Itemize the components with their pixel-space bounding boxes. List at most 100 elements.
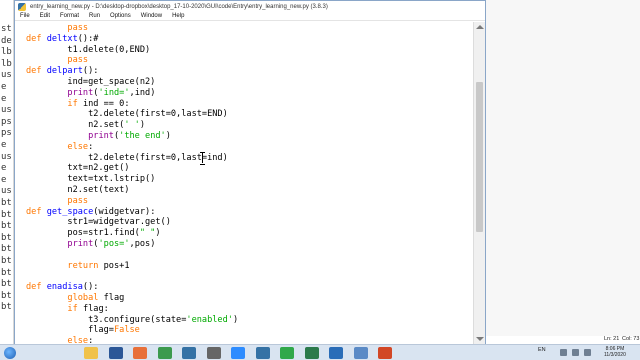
code-line[interactable] <box>26 250 238 261</box>
code-line[interactable]: if flag: <box>26 304 238 315</box>
zoom-taskbar-icon[interactable] <box>231 347 245 359</box>
code-line[interactable]: txt=n2.get() <box>26 163 238 174</box>
app-taskbar-icon[interactable] <box>206 347 221 359</box>
language-indicator[interactable]: EN <box>538 347 546 353</box>
idle-editor-window[interactable]: entry_learning_new.py - D:\desktop-dropb… <box>14 0 486 344</box>
code-token: ,pos) <box>129 238 156 249</box>
code-line[interactable]: n2.set(text) <box>26 185 238 196</box>
code-line[interactable]: def deltxt():# <box>26 34 238 45</box>
code-token: t1.delete(0,END) <box>26 44 151 55</box>
code-line[interactable]: def get_space(widgetvar): <box>26 207 238 218</box>
code-line[interactable]: print('ind=',ind) <box>26 88 238 99</box>
vertical-scrollbar[interactable] <box>473 22 485 344</box>
scroll-thumb[interactable] <box>476 82 483 232</box>
code-line[interactable]: def delpart(): <box>26 66 238 77</box>
idle-taskbar-icon[interactable] <box>255 347 270 359</box>
code-token: t2.delete(first=0,last=END) <box>26 109 228 120</box>
scroll-up-icon[interactable] <box>476 25 484 29</box>
code-token: print <box>88 130 114 141</box>
code-token: (widgetvar): <box>93 206 156 217</box>
menu-window[interactable]: Window <box>136 12 167 21</box>
code-token: n2.set(text) <box>26 184 130 195</box>
code-line[interactable]: pass <box>26 23 238 34</box>
code-line[interactable]: pass <box>26 196 238 207</box>
code-line[interactable]: print('pos=',pos) <box>26 239 238 250</box>
background-text-fragment: bt <box>1 267 12 278</box>
code-token: flag: <box>77 303 109 314</box>
code-token: def <box>26 66 47 77</box>
code-line[interactable]: else: <box>26 336 238 344</box>
code-token: t3.configure(state= <box>26 314 187 325</box>
clock[interactable]: 8:06 PM 11/3/2020 <box>604 346 626 358</box>
background-text-fragment: bt <box>1 221 12 232</box>
start-button-icon[interactable] <box>4 347 16 359</box>
code-token: pass <box>67 23 89 33</box>
code-token: : <box>88 141 94 152</box>
app4-taskbar-icon[interactable] <box>329 347 343 359</box>
title-bar[interactable]: entry_learning_new.py - D:\desktop-dropb… <box>15 1 485 12</box>
code-line[interactable]: print('the end') <box>26 131 238 142</box>
code-line[interactable]: global flag <box>26 293 238 304</box>
code-line[interactable]: t2.delete(first=0,last=ind) <box>26 153 238 164</box>
code-token: delpart <box>46 66 83 77</box>
code-token: def <box>26 282 47 293</box>
background-text-fragment: ps <box>1 116 12 127</box>
code-line[interactable] <box>26 271 238 282</box>
code-token: enadisa <box>46 282 83 293</box>
menu-file[interactable]: File <box>15 12 35 21</box>
code-line[interactable]: pos=str1.find(" ") <box>26 228 238 239</box>
code-token: print <box>67 238 94 249</box>
menu-edit[interactable]: Edit <box>35 12 55 21</box>
firefox-taskbar-icon[interactable] <box>133 347 147 359</box>
menu-help[interactable]: Help <box>167 12 189 21</box>
code-line[interactable]: flag=False <box>26 325 238 336</box>
app3-taskbar-icon[interactable] <box>304 347 319 359</box>
code-line[interactable]: t1.delete(0,END) <box>26 45 238 56</box>
code-text[interactable]: pass def deltxt():# t1.delete(0,END) pass… <box>26 23 238 344</box>
tray-arrow-icon[interactable] <box>560 349 567 356</box>
code-token: pos=str1.find( <box>26 228 140 239</box>
window-title: entry_learning_new.py - D:\desktop-dropb… <box>30 3 328 10</box>
code-line[interactable]: def enadisa(): <box>26 282 238 293</box>
background-text-fragment: bt <box>1 279 12 290</box>
code-token: ' ' <box>124 120 140 131</box>
code-line[interactable]: t3.configure(state='enabled') <box>26 315 238 326</box>
code-line[interactable]: text=txt.lstrip() <box>26 174 238 185</box>
code-line[interactable]: str1=widgetvar.get() <box>26 217 238 228</box>
code-token: ,ind) <box>129 87 156 98</box>
menu-format[interactable]: Format <box>55 12 84 21</box>
code-editor[interactable]: pass def deltxt():# t1.delete(0,END) pass… <box>15 22 473 344</box>
code-line[interactable]: if ind == 0: <box>26 99 238 110</box>
menu-run[interactable]: Run <box>84 12 105 21</box>
code-line[interactable]: t2.delete(first=0,last=END) <box>26 109 238 120</box>
background-window-strip[interactable]: st de lb lb us e e us ps ps e us e e us bt bt bt bt bt bt bt b… <box>0 0 14 344</box>
scroll-down-icon[interactable] <box>476 337 484 341</box>
menu-options[interactable]: Options <box>105 12 136 21</box>
app2-taskbar-icon[interactable] <box>280 347 294 359</box>
code-line[interactable]: pass <box>26 55 238 66</box>
background-text-fragment: bt <box>1 198 12 208</box>
code-line[interactable]: else: <box>26 142 238 153</box>
volume-icon[interactable] <box>584 349 591 356</box>
network-icon[interactable] <box>572 349 579 356</box>
explorer-taskbar-icon[interactable] <box>84 347 98 359</box>
powerpoint-taskbar-icon[interactable] <box>378 347 392 359</box>
background-text-fragment: ps <box>1 128 12 139</box>
code-line[interactable]: ind=get_space(n2) <box>26 77 238 88</box>
code-token: str1=widgetvar.get() <box>26 217 171 228</box>
desktop-background <box>486 0 640 344</box>
code-token: 'ind=' <box>98 87 130 98</box>
code-token: return <box>67 260 99 271</box>
code-token: def <box>26 33 47 44</box>
python-taskbar-icon[interactable] <box>182 347 196 359</box>
chrome-taskbar-icon[interactable] <box>157 347 172 359</box>
code-line[interactable]: return pos+1 <box>26 261 238 272</box>
app5-taskbar-icon[interactable] <box>353 347 368 359</box>
background-text-fragment: bt <box>1 302 12 313</box>
word-taskbar-icon[interactable] <box>108 347 123 359</box>
code-line[interactable]: n2.set(' ') <box>26 120 238 131</box>
